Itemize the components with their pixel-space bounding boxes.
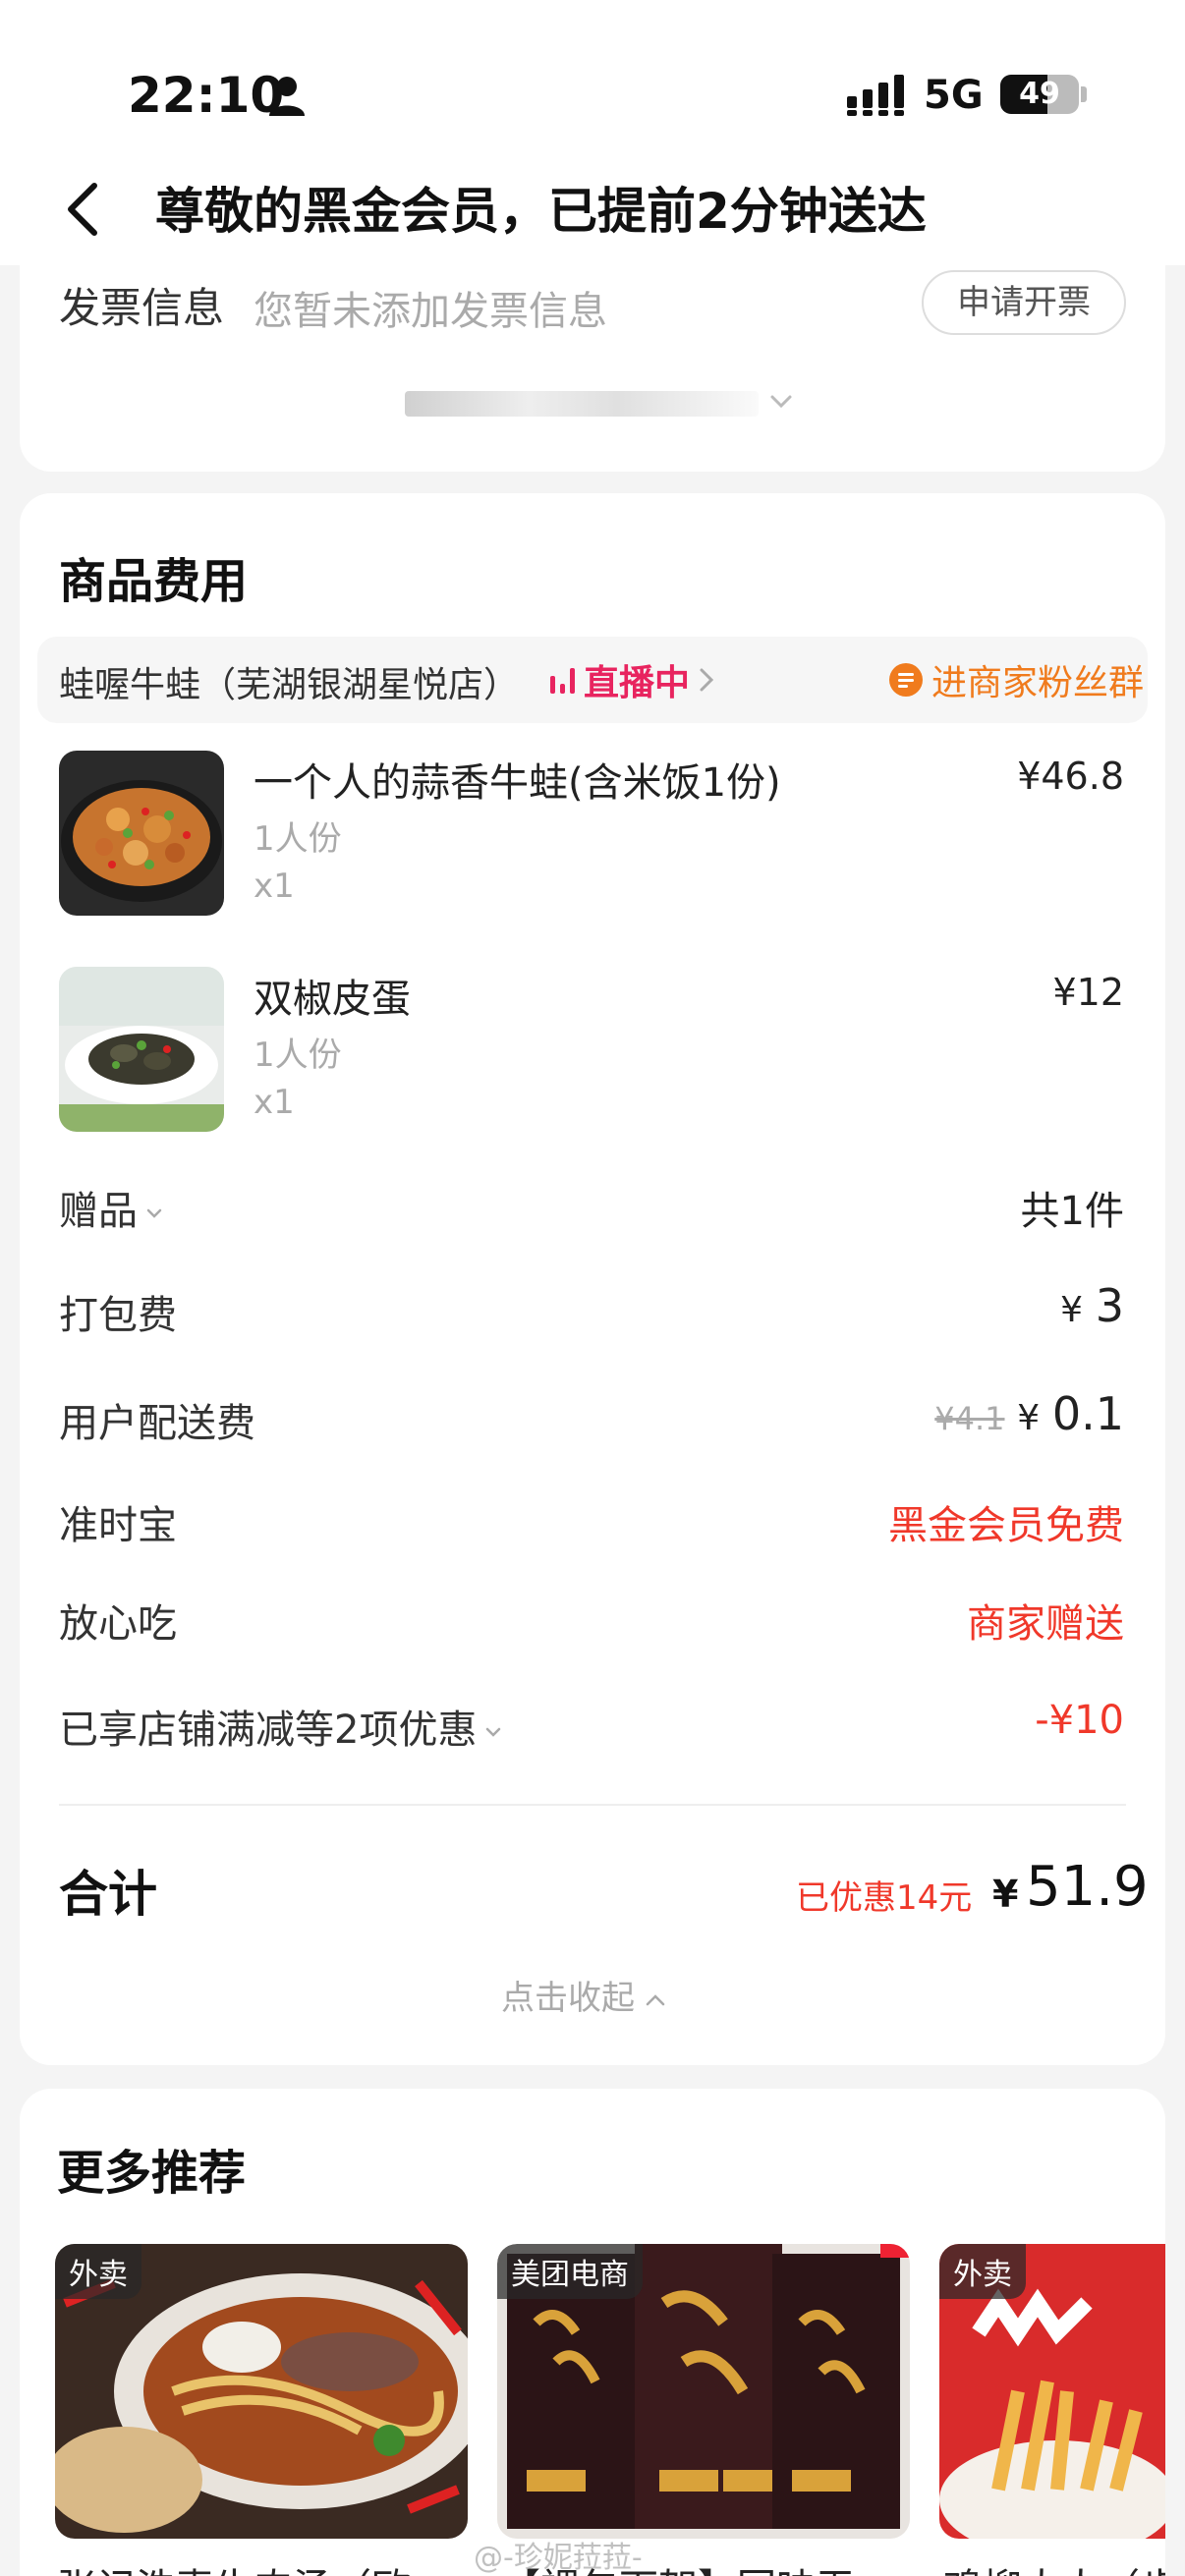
page-title: 尊敬的黑金会员，已提前2分钟送达 bbox=[155, 183, 927, 240]
network-label: 5G bbox=[924, 73, 984, 118]
gift-label[interactable]: 赠品 bbox=[59, 1179, 163, 1236]
blurred-text bbox=[405, 391, 759, 417]
delivery-original-price: ¥4.1 bbox=[934, 1400, 1005, 1437]
discount-value: -¥10 bbox=[1035, 1698, 1124, 1743]
recommend-title[interactable]: 张记浩麦牛肉汤（欧 bbox=[57, 2556, 460, 2576]
recommend-card: 更多推荐 外卖 张记浩麦牛肉汤（欧 bbox=[20, 2089, 1165, 2576]
saved-amount: 已优惠14元 bbox=[796, 1878, 973, 1918]
item-name: 双椒皮蛋 bbox=[254, 977, 411, 1022]
collapse-label: 点击收起 bbox=[501, 1979, 635, 2018]
item-qty: x1 bbox=[254, 1083, 295, 1122]
signal-icon bbox=[847, 75, 904, 116]
back-arrow-icon[interactable] bbox=[61, 180, 104, 239]
gift-label-text: 赠品 bbox=[59, 1189, 138, 1234]
packing-fee-value: ¥ 3 bbox=[1060, 1279, 1124, 1332]
section-title: 商品费用 bbox=[59, 554, 249, 609]
item-spec: 1人份 bbox=[254, 819, 342, 859]
total-amount: 51.9 bbox=[1026, 1855, 1149, 1919]
invoice-value: 您暂未添加发票信息 bbox=[254, 289, 607, 334]
recommend-tag: 外卖 bbox=[55, 2244, 141, 2299]
chat-group-icon bbox=[889, 663, 923, 697]
item-qty: x1 bbox=[254, 867, 295, 906]
divider bbox=[59, 1804, 1126, 1806]
gift-count: 共1件 bbox=[1020, 1189, 1124, 1234]
total-label: 合计 bbox=[59, 1866, 157, 1923]
item-image-frog[interactable] bbox=[59, 751, 224, 916]
invoice-card: 发票信息 您暂未添加发票信息 申请开票 bbox=[20, 265, 1165, 472]
chevron-up-icon bbox=[646, 1993, 665, 2005]
collapse-button[interactable]: 点击收起 bbox=[501, 1971, 666, 2019]
delivery-fee-label: 用户配送费 bbox=[59, 1401, 255, 1446]
item-image-egg[interactable] bbox=[59, 967, 224, 1132]
item-spec: 1人份 bbox=[254, 1036, 342, 1075]
ontime-label: 准时宝 bbox=[59, 1503, 177, 1548]
person-icon bbox=[269, 77, 305, 116]
chevron-down-icon bbox=[486, 1727, 501, 1737]
live-bars-icon bbox=[550, 668, 575, 694]
goods-fee-card: 商品费用 蛙喔牛蛙（芜湖银湖星悦店） 直播中 进商家粉丝群 一个人的蒜香牛蛙(含… bbox=[20, 493, 1165, 2065]
store-name[interactable]: 蛙喔牛蛙（芜湖银湖星悦店） bbox=[59, 656, 519, 707]
nav-bar: 尊敬的黑金会员，已提前2分钟送达 bbox=[0, 162, 1185, 265]
apply-invoice-button[interactable]: 申请开票 bbox=[922, 270, 1126, 335]
yen-symbol: ¥ bbox=[992, 1873, 1019, 1916]
status-bar: 22:10 5G 49 bbox=[0, 0, 1185, 162]
recommend-item[interactable]: 美团电商 bbox=[497, 2244, 910, 2539]
recommend-item[interactable]: 外卖 bbox=[55, 2244, 468, 2539]
battery-icon: 49 bbox=[1000, 75, 1079, 114]
chevron-down-icon bbox=[146, 1208, 162, 1218]
discount-label-text: 已享店铺满减等2项优惠 bbox=[59, 1708, 478, 1753]
item-name: 一个人的蒜香牛蛙(含米饭1份) bbox=[254, 760, 781, 806]
yen-symbol: ¥ bbox=[1060, 1290, 1083, 1330]
packing-fee-amount: 3 bbox=[1095, 1279, 1124, 1332]
chevron-down-icon[interactable] bbox=[768, 389, 794, 415]
status-time: 22:10 bbox=[128, 67, 285, 124]
discount-label[interactable]: 已享店铺满减等2项优惠 bbox=[59, 1698, 502, 1755]
recommend-tag: 外卖 bbox=[939, 2244, 1026, 2299]
ontime-value: 黑金会员免费 bbox=[888, 1503, 1124, 1548]
invoice-label: 发票信息 bbox=[59, 284, 225, 332]
battery-cap bbox=[1081, 86, 1087, 102]
live-label[interactable]: 直播中 bbox=[584, 654, 690, 705]
battery-level: 49 bbox=[1019, 77, 1060, 111]
yen-symbol: ¥ bbox=[1017, 1398, 1041, 1438]
recommend-item[interactable]: 外卖 bbox=[939, 2244, 1165, 2539]
recommend-tag: 美团电商 bbox=[497, 2244, 643, 2299]
item-price: ¥12 bbox=[1052, 971, 1124, 1014]
join-fans-group-link[interactable]: 进商家粉丝群 bbox=[931, 654, 1144, 705]
watermark: @-珍妮菈菈- bbox=[474, 2541, 643, 2575]
chevron-right-icon[interactable] bbox=[698, 666, 715, 694]
safe-eat-label: 放心吃 bbox=[59, 1601, 177, 1647]
safe-eat-value: 商家赠送 bbox=[967, 1601, 1124, 1647]
delivery-fee-value: ¥4.1 ¥ 0.1 bbox=[934, 1387, 1124, 1440]
delivery-fee-amount: 0.1 bbox=[1051, 1387, 1124, 1440]
section-title: 更多推荐 bbox=[57, 2146, 247, 2201]
store-bar[interactable]: 蛙喔牛蛙（芜湖银湖星悦店） 直播中 进商家粉丝群 bbox=[37, 637, 1148, 723]
recommend-title[interactable]: 鸡柳大人（步 bbox=[943, 2556, 1165, 2576]
packing-fee-label: 打包费 bbox=[59, 1293, 177, 1338]
item-price: ¥46.8 bbox=[1017, 755, 1124, 798]
